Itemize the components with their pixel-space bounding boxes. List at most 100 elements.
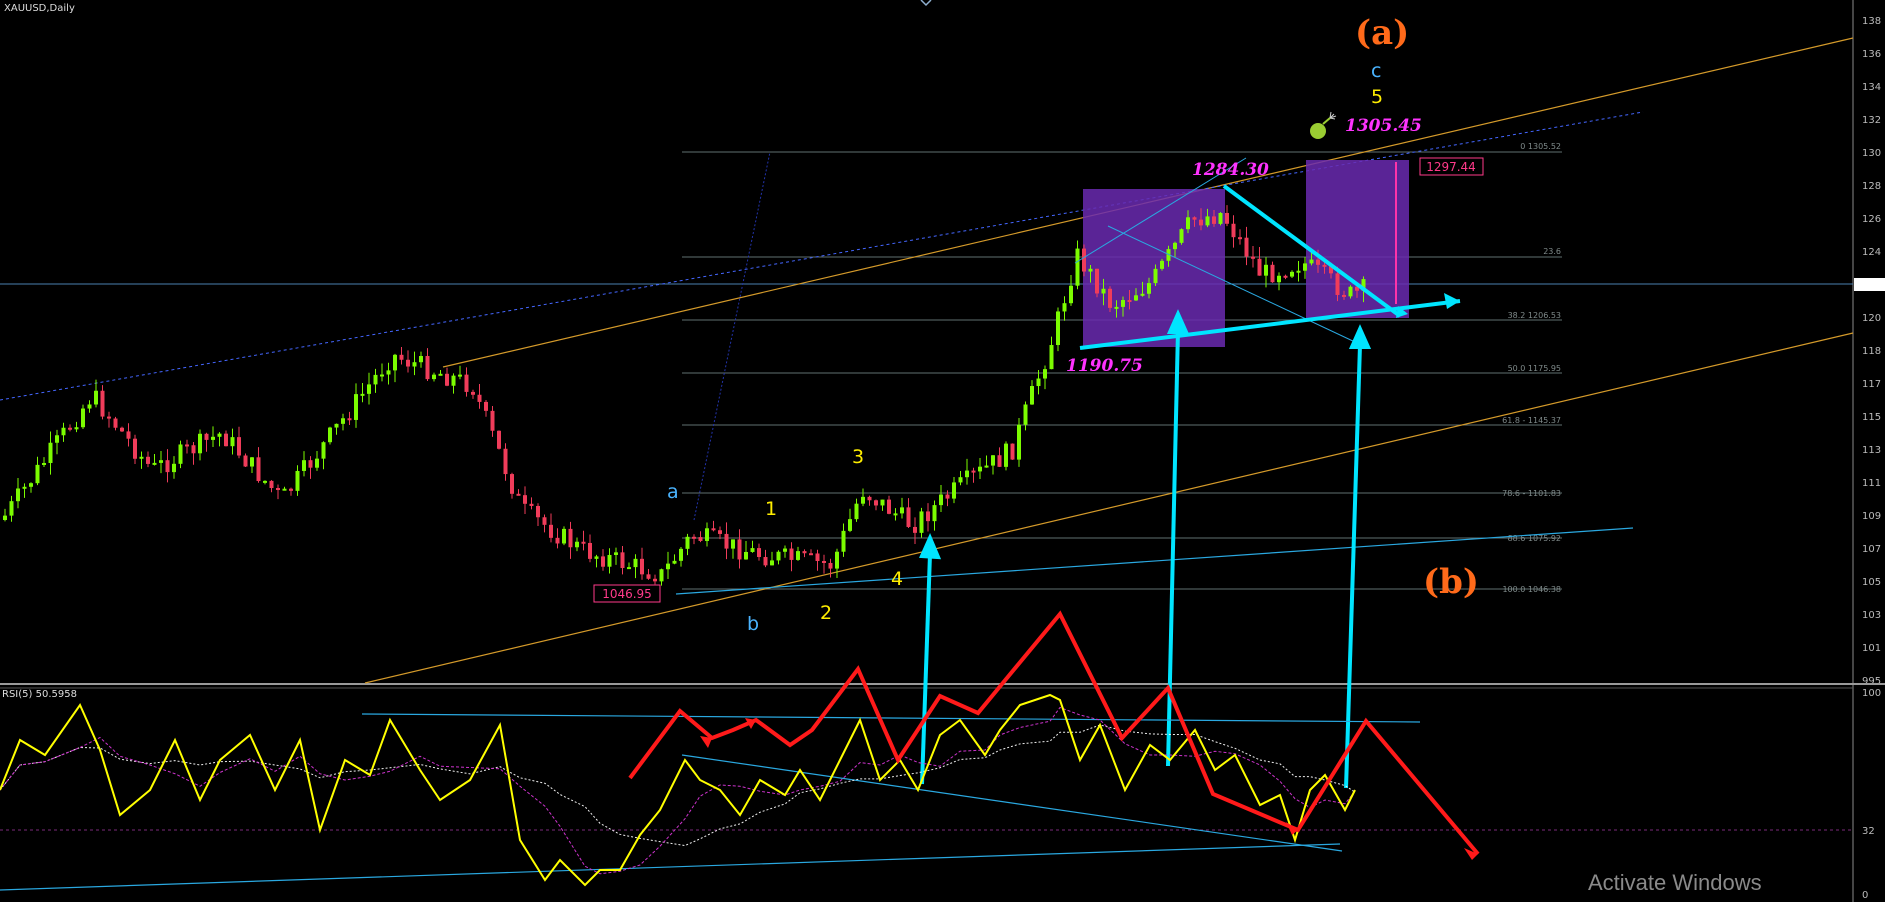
candle-body — [29, 483, 33, 487]
fib-label: 38.2 1206.53 — [1508, 311, 1561, 320]
wave-label-a-big: (a) — [1355, 13, 1409, 53]
candle-body — [711, 528, 716, 531]
rsi-tick: 100 — [1862, 688, 1881, 699]
candle-body — [672, 560, 677, 564]
candle-body — [640, 558, 644, 575]
price-tick: 105 — [1862, 577, 1881, 588]
price-tick: 113 — [1862, 445, 1881, 456]
candle-body — [1179, 229, 1184, 243]
candle-body — [451, 375, 456, 386]
candle-body — [471, 391, 475, 395]
price-tick: 118 — [1862, 346, 1881, 357]
candle-body — [1147, 283, 1151, 294]
wave-label-c: c — [1371, 60, 1381, 82]
candle-body — [321, 442, 326, 459]
rsi-label: RSI(5) 50.5958 — [2, 689, 77, 700]
candle-body — [94, 390, 98, 405]
candle-body — [1322, 264, 1327, 267]
price-chart[interactable]: 138 136 134 132 130 128 126 124 122 120 … — [0, 0, 1885, 902]
target-price-text: 1297.44 — [1426, 160, 1476, 174]
candle-body — [1082, 248, 1086, 272]
wave-label-2: 2 — [820, 602, 832, 624]
candle-body — [1192, 217, 1197, 220]
candle-body — [152, 462, 157, 465]
candle-body — [861, 496, 865, 504]
candle-body — [828, 562, 833, 569]
candle-body — [737, 539, 742, 560]
candle-body — [815, 553, 820, 562]
candle-body — [991, 455, 995, 466]
candle-body — [926, 511, 930, 522]
candle-body — [1062, 303, 1067, 312]
price-tick: 120 — [1862, 313, 1881, 324]
candle-body — [159, 460, 163, 463]
wave-label-4: 4 — [891, 568, 903, 590]
candle-body — [341, 418, 345, 424]
candle-body — [653, 578, 657, 582]
candle-body — [380, 374, 384, 377]
price-tick: 107 — [1862, 544, 1881, 555]
candle-body — [984, 465, 989, 468]
symbol-label: XAUUSD,Daily — [4, 3, 75, 14]
candle-body — [1153, 268, 1158, 284]
candle-body — [880, 499, 885, 506]
candle-body — [315, 458, 319, 468]
candle-body — [997, 455, 1002, 467]
candle-body — [783, 548, 787, 552]
candle-body — [1095, 268, 1099, 294]
candle-body — [68, 427, 72, 430]
candle-body — [757, 548, 761, 558]
candle-body — [198, 433, 202, 454]
candle-body — [191, 445, 196, 454]
candle-body — [1231, 223, 1236, 238]
candle-body — [484, 401, 488, 411]
candle-body — [1342, 294, 1346, 297]
candle-body — [906, 507, 911, 527]
candle-body — [900, 507, 904, 514]
candle-body — [542, 517, 547, 525]
candle-body — [425, 356, 430, 380]
candle-body — [1056, 311, 1060, 346]
candle-body — [945, 494, 950, 499]
candle-body — [172, 463, 176, 473]
candle-body — [126, 431, 131, 439]
candle-body — [555, 537, 560, 544]
activate-windows-watermark: Activate Windows — [1588, 870, 1762, 895]
candle-body — [1212, 216, 1216, 224]
candle-body — [874, 500, 878, 506]
fib-label: 23.6 — [1543, 247, 1561, 256]
candle-body — [1108, 288, 1112, 308]
candle-body — [438, 373, 443, 376]
candle-body — [1004, 443, 1008, 467]
candle-body — [685, 536, 690, 549]
candle-body — [204, 433, 209, 440]
candle-body — [1251, 256, 1255, 259]
candle-body — [497, 430, 501, 449]
candle-body — [373, 374, 378, 385]
price-tick: 124 — [1862, 247, 1881, 258]
candle-body — [607, 554, 612, 567]
candle-body — [588, 542, 592, 559]
candle-body — [185, 444, 189, 447]
candle-body — [796, 551, 800, 560]
candle-body — [1127, 300, 1132, 303]
candle-body — [22, 486, 27, 489]
candle-body — [406, 359, 410, 367]
high-value-label: 1284.30 — [1192, 160, 1269, 180]
candle-body — [295, 470, 300, 491]
candle-body — [165, 460, 170, 473]
candle-body — [1270, 264, 1275, 283]
target-value-label: 1305.45 — [1345, 116, 1422, 136]
candle-body — [854, 503, 859, 520]
candle-body — [724, 533, 729, 549]
candle-body — [705, 528, 709, 541]
candle-body — [848, 519, 852, 531]
price-tick: 126 — [1862, 214, 1881, 225]
candle-body — [646, 574, 651, 579]
candle-body — [1023, 404, 1028, 425]
consolidation-box-left[interactable] — [1083, 189, 1225, 347]
candle-body — [549, 524, 553, 538]
candle-body — [581, 541, 586, 544]
candle-body — [952, 482, 956, 499]
candle-body — [523, 495, 527, 504]
